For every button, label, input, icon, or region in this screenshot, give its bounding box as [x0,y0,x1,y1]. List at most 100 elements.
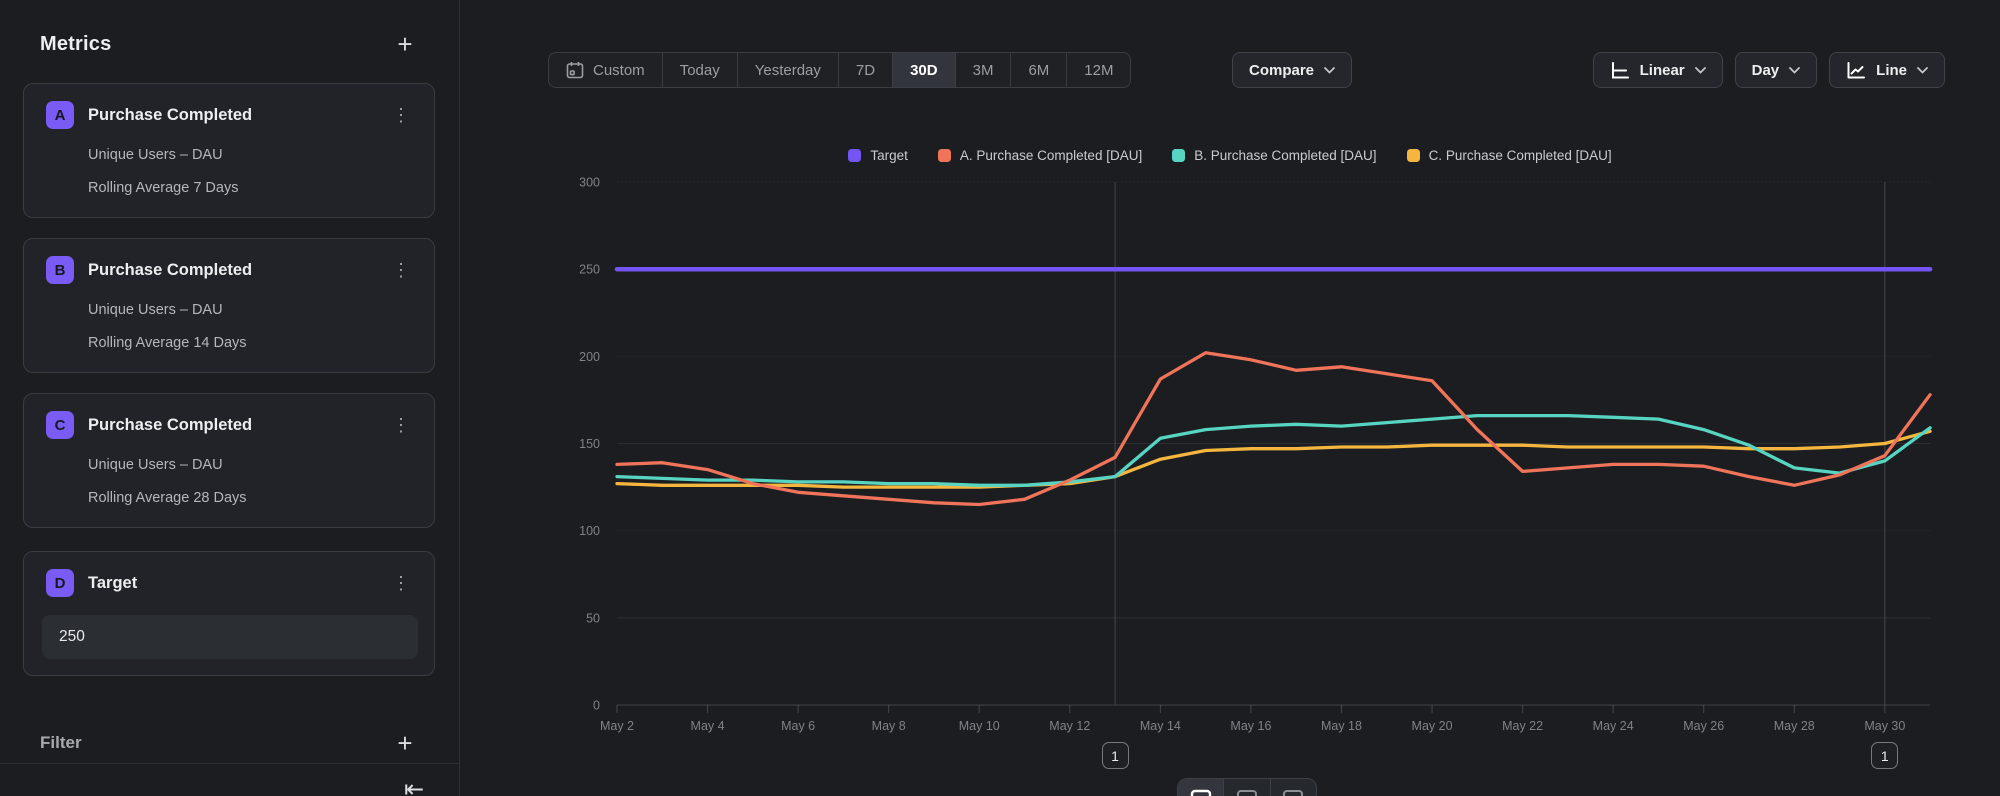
kebab-menu-icon[interactable]: ⋮ [386,418,416,432]
filter-section: Filter + [40,726,419,760]
svg-text:May 6: May 6 [781,719,815,733]
svg-text:May 24: May 24 [1593,719,1634,733]
add-metric-button[interactable]: + [391,30,419,58]
svg-text:May 14: May 14 [1140,719,1181,733]
target-value-input[interactable] [42,615,418,659]
svg-text:200: 200 [579,350,600,364]
range-custom[interactable]: Custom [549,53,663,87]
svg-text:May 10: May 10 [959,719,1000,733]
sidebar-title: Metrics [40,33,111,56]
kebab-menu-icon[interactable]: ⋮ [386,108,416,122]
metric-rolling-average: Rolling Average 14 Days [88,335,416,351]
annotation-marker[interactable]: 1 [1102,742,1129,769]
add-filter-button[interactable]: + [391,729,419,757]
svg-text:May 2: May 2 [600,719,634,733]
chart-type-selector-button[interactable]: Line [1829,52,1945,88]
metric-badge: C [46,411,74,439]
table-view-icon [1282,789,1304,796]
split-view-icon [1236,789,1258,796]
collapse-icon: ⇤ [404,776,424,796]
svg-text:May 20: May 20 [1412,719,1453,733]
metric-badge: B [46,256,74,284]
kebab-menu-icon[interactable]: ⋮ [386,263,416,277]
layout-table-button[interactable] [1271,779,1316,796]
granularity-selector-button[interactable]: Day [1735,52,1818,88]
metric-subtitle: Unique Users – DAU [88,457,416,473]
chart-layout-toggle [1177,778,1317,796]
chart-view-icon [1190,789,1212,796]
svg-text:May 4: May 4 [691,719,725,733]
metric-card-c[interactable]: C Purchase Completed ⋮ Unique Users – DA… [23,393,435,528]
layout-chart-button[interactable] [1178,779,1224,796]
svg-text:May 12: May 12 [1049,719,1090,733]
chart-type-label: Line [1876,62,1907,79]
divider [0,763,459,764]
svg-text:300: 300 [579,176,600,190]
compare-label: Compare [1249,62,1314,79]
plus-icon: + [397,29,412,60]
range-label: 30D [910,62,938,79]
line-chart-icon [1846,61,1866,80]
chart-toolbar: Custom Today Yesterday 7D 30D 3M 6M 12M … [460,52,2000,88]
sidebar-header: Metrics + [40,24,419,64]
scale-label: Linear [1640,62,1685,79]
metrics-sidebar: Metrics + A Purchase Completed ⋮ Unique … [0,0,460,796]
range-6m[interactable]: 6M [1011,53,1067,87]
svg-text:May 18: May 18 [1321,719,1362,733]
range-label: 7D [856,62,875,79]
range-30d[interactable]: 30D [893,53,956,87]
chevron-down-icon [1789,67,1800,74]
svg-text:100: 100 [579,524,600,538]
layout-split-button[interactable] [1224,779,1270,796]
svg-text:150: 150 [579,437,600,451]
svg-text:250: 250 [579,263,600,277]
chevron-down-icon [1324,67,1335,74]
calendar-icon [566,61,584,79]
svg-text:May 28: May 28 [1774,719,1815,733]
granularity-label: Day [1752,62,1780,79]
range-label: 12M [1084,62,1113,79]
range-label: Today [680,62,720,79]
range-label: Custom [593,62,645,79]
metric-subtitle: Unique Users – DAU [88,302,416,318]
scale-selector-button[interactable]: Linear [1593,52,1723,88]
target-title: Target [88,574,386,593]
metric-subtitle: Unique Users – DAU [88,147,416,163]
line-chart[interactable]: 0 50 100 150 200 250 300 May 2 May 4 May 6 May 8 Ma… [460,130,2000,796]
axis-scale-icon [1610,61,1630,80]
chevron-down-icon [1695,67,1706,74]
svg-text:50: 50 [586,611,600,625]
filter-title: Filter [40,733,82,753]
svg-text:May 22: May 22 [1502,719,1543,733]
metric-title: Purchase Completed [88,416,386,435]
compare-button[interactable]: Compare [1232,52,1352,88]
svg-text:0: 0 [593,699,600,713]
range-3m[interactable]: 3M [956,53,1012,87]
plus-icon: + [397,728,412,759]
metric-rolling-average: Rolling Average 28 Days [88,490,416,506]
collapse-sidebar-button[interactable]: ⇤ [396,774,432,796]
chart-display-controls: Linear Day Line [1593,52,1945,88]
metric-badge: A [46,101,74,129]
metric-card-a[interactable]: A Purchase Completed ⋮ Unique Users – DA… [23,83,435,218]
metric-title: Purchase Completed [88,261,386,280]
range-label: 6M [1028,62,1049,79]
metric-rolling-average: Rolling Average 7 Days [88,180,416,196]
svg-text:May 8: May 8 [872,719,906,733]
metric-card-b[interactable]: B Purchase Completed ⋮ Unique Users – DA… [23,238,435,373]
svg-text:May 26: May 26 [1683,719,1724,733]
range-12m[interactable]: 12M [1067,53,1130,87]
range-label: 3M [973,62,994,79]
range-label: Yesterday [755,62,821,79]
date-range-selector: Custom Today Yesterday 7D 30D 3M 6M 12M [548,52,1131,88]
range-yesterday[interactable]: Yesterday [738,53,839,87]
target-card[interactable]: D Target ⋮ [23,551,435,676]
metric-title: Purchase Completed [88,106,386,125]
range-7d[interactable]: 7D [839,53,893,87]
svg-text:May 30: May 30 [1864,719,1905,733]
kebab-menu-icon[interactable]: ⋮ [386,576,416,590]
annotation-marker[interactable]: 1 [1871,742,1898,769]
chart-panel: Custom Today Yesterday 7D 30D 3M 6M 12M … [460,0,2000,796]
svg-text:May 16: May 16 [1230,719,1271,733]
range-today[interactable]: Today [663,53,738,87]
